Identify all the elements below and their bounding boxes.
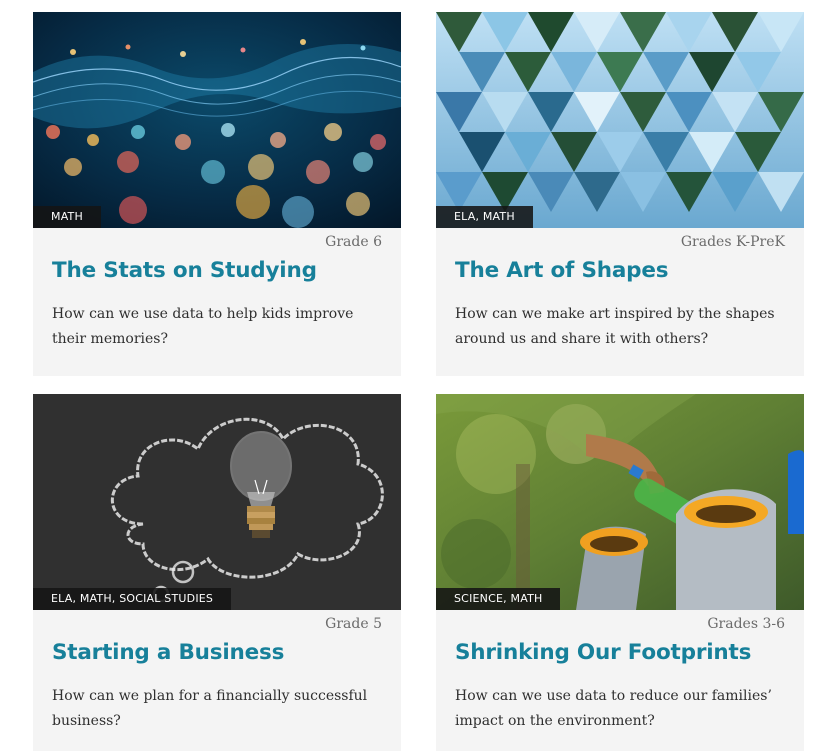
grade-level: Grade 6 [325, 234, 382, 250]
subject-tags: ELA, MATH, SOCIAL STUDIES [33, 588, 232, 610]
card-title[interactable]: The Art of Shapes [455, 258, 669, 283]
card-description: How can we use data to help kids improve… [52, 306, 354, 347]
card-title[interactable]: Starting a Business [52, 640, 284, 665]
bokeh-data-wave-image: MATH [33, 12, 401, 228]
grade-level: Grade 5 [325, 616, 382, 632]
card-title[interactable]: Shrinking Our Footprints [455, 640, 751, 665]
project-card-starting-a-business[interactable]: ELA, MATH, SOCIAL STUDIES Grade 5 Starti… [33, 394, 401, 751]
triangle-landscape-mosaic-image: ELA, MATH [436, 12, 804, 228]
subject-tags: ELA, MATH [436, 206, 533, 228]
card-title[interactable]: The Stats on Studying [52, 258, 317, 283]
subject-tags: SCIENCE, MATH [436, 588, 561, 610]
lightbulb-chalk-cloud-image: ELA, MATH, SOCIAL STUDIES [33, 394, 401, 610]
card-description: How can we make art inspired by the shap… [455, 306, 775, 347]
subject-tags: MATH [33, 206, 101, 228]
card-description: How can we use data to reduce our famili… [455, 688, 772, 729]
card-description: How can we plan for a financially succes… [52, 688, 368, 729]
project-card-art-of-shapes[interactable]: ELA, MATH Grades K-PreK The Art of Shape… [436, 12, 804, 376]
project-card-stats-on-studying[interactable]: MATH Grade 6 The Stats on Studying How c… [33, 12, 401, 376]
grade-level: Grades K-PreK [680, 234, 785, 250]
recycling-bottle-image: SCIENCE, MATH [436, 394, 804, 610]
project-card-shrinking-our-footprints[interactable]: SCIENCE, MATH Grades 3-6 Shrinking Our F… [436, 394, 804, 751]
grade-level: Grades 3-6 [707, 616, 785, 632]
